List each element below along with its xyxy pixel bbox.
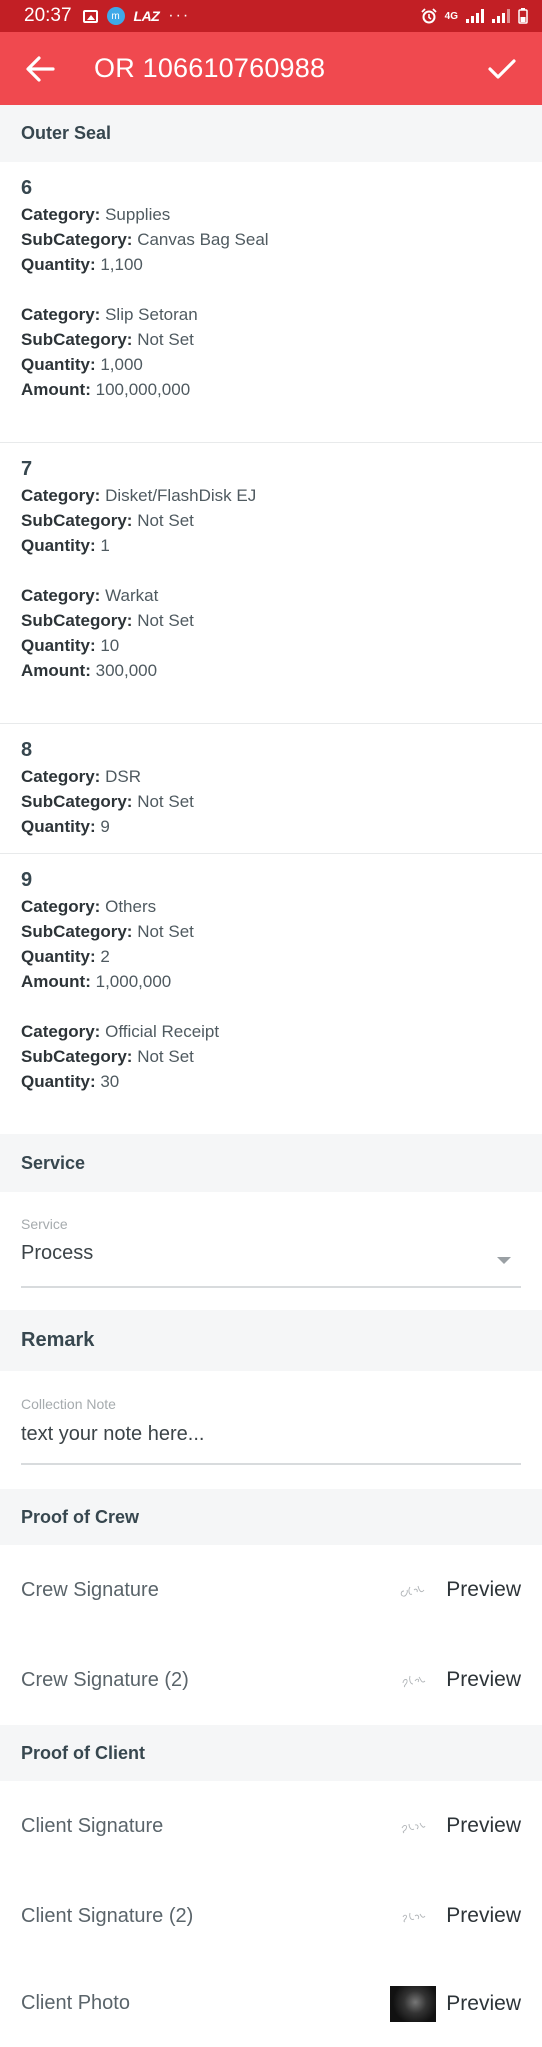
app-bar: OR 106610760988 — [0, 32, 542, 105]
seal-number: 8 — [21, 739, 33, 761]
service-underline — [21, 1286, 521, 1288]
seal-card-6: 6 Category: Supplies SubCategory: Canvas… — [0, 162, 542, 442]
client-signature-2-row[interactable]: Client Signature (2) Preview — [0, 1871, 542, 1961]
network-type-label: 4G — [444, 10, 458, 22]
seal-card-7: 7 Category: Disket/FlashDisk EJ SubCateg… — [0, 443, 542, 723]
remark-title: Remark — [21, 1329, 95, 1351]
crew-signature-2-label: Crew Signature (2) — [21, 1668, 189, 1691]
signal-1-icon — [466, 9, 484, 23]
service-selected-value: Process — [21, 1242, 94, 1264]
page-title: OR 106610760988 — [94, 53, 326, 83]
seal-number: 9 — [21, 869, 33, 891]
outer-seal-header: Outer Seal — [0, 105, 542, 162]
service-select[interactable]: Process — [0, 1232, 542, 1282]
seal-9-item-1-quantity: Quantity: 2 — [21, 947, 110, 966]
client-signature-2-preview-button[interactable]: Preview — [446, 1904, 521, 1928]
seal-9-item-2-subcategory: SubCategory: Not Set — [21, 1047, 194, 1066]
seal-7-item-2-amount: Amount: 300,000 — [21, 661, 158, 680]
signature-thumbnail-icon — [390, 1808, 436, 1844]
outer-seal-title: Outer Seal — [21, 123, 112, 143]
seal-8-item-1-subcategory: SubCategory: Not Set — [21, 792, 194, 811]
proof-of-crew-header: Proof of Crew — [0, 1489, 542, 1545]
proof-of-client-header: Proof of Client — [0, 1725, 542, 1781]
gallery-notification-icon — [82, 9, 98, 23]
seal-9-item-1-category: Category: Others — [21, 897, 157, 916]
service-title: Service — [21, 1152, 86, 1173]
client-signature-row[interactable]: Client Signature Preview — [0, 1781, 542, 1871]
signature-thumbnail-icon — [390, 1572, 436, 1608]
check-icon — [488, 58, 516, 79]
crew-signature-preview-button[interactable]: Preview — [446, 1578, 521, 1602]
seal-card-8: 8 Category: DSR SubCategory: Not Set Qua… — [0, 724, 542, 853]
seal-7-item-1-subcategory: SubCategory: Not Set — [21, 511, 194, 530]
seal-number: 7 — [21, 458, 33, 480]
seal-7-item-2-category: Category: Warkat — [21, 586, 159, 605]
seal-7-item-2-quantity: Quantity: 10 — [21, 636, 120, 655]
proof-of-client-title: Proof of Client — [21, 1742, 145, 1763]
seal-7-item-2-subcategory: SubCategory: Not Set — [21, 611, 194, 630]
crew-signature-2-preview-button[interactable]: Preview — [446, 1668, 521, 1692]
battery-icon — [518, 8, 528, 24]
app-notification-icon: m — [106, 7, 125, 25]
collection-note-placeholder: text your note here... — [21, 1423, 205, 1445]
back-button[interactable] — [22, 51, 58, 87]
seal-6-item-1-category: Category: Supplies — [21, 205, 171, 224]
seal-6-item-2-quantity: Quantity: 1,000 — [21, 355, 143, 374]
crew-signature-label: Crew Signature — [21, 1578, 159, 1601]
service-block: Service Process — [0, 1192, 542, 1310]
arrow-left-icon — [26, 55, 55, 82]
seal-9-item-2-quantity: Quantity: 30 — [21, 1072, 120, 1091]
lazada-notification-icon: LAZ — [133, 8, 160, 24]
seal-9-item-2-category: Category: Official Receipt — [21, 1022, 220, 1041]
seal-8-item-1-quantity: Quantity: 9 — [21, 817, 110, 836]
photo-thumbnail — [390, 1985, 437, 2022]
collection-note-label: Collection Note — [21, 1396, 116, 1412]
status-time: 20:37 — [24, 5, 72, 26]
seal-9-item-1-subcategory: SubCategory: Not Set — [21, 922, 194, 941]
collection-note-input[interactable]: text your note here... — [0, 1415, 542, 1459]
client-photo-preview-button[interactable]: Preview — [446, 1992, 521, 2016]
seal-9-item-1-amount: Amount: 1,000,000 — [21, 972, 172, 991]
service-header: Service — [0, 1134, 542, 1192]
seal-6-item-1-subcategory: SubCategory: Canvas Bag Seal — [21, 230, 269, 249]
seal-card-9: 9 Category: Others SubCategory: Not Set … — [0, 854, 542, 1134]
seal-number: 6 — [21, 177, 33, 199]
client-signature-preview-button[interactable]: Preview — [446, 1814, 521, 1838]
signal-2-icon — [492, 9, 510, 23]
seal-6-item-2-amount: Amount: 100,000,000 — [21, 380, 191, 399]
alarm-icon — [421, 8, 437, 24]
seal-6-item-2-subcategory: SubCategory: Not Set — [21, 330, 194, 349]
client-photo-label: Client Photo — [21, 1992, 130, 2014]
crew-signature-row[interactable]: Crew Signature Preview — [0, 1545, 542, 1635]
seal-6-item-2-category: Category: Slip Setoran — [21, 305, 198, 324]
chevron-down-icon — [497, 1257, 511, 1264]
more-notifications-icon: ··· — [168, 7, 191, 24]
remark-header: Remark — [0, 1310, 542, 1371]
seal-7-item-1-quantity: Quantity: 1 — [21, 536, 110, 555]
confirm-button[interactable] — [484, 51, 520, 87]
client-photo-row[interactable]: Client Photo Preview — [0, 1960, 542, 2047]
service-field-label: Service — [21, 1216, 68, 1232]
seal-8-item-1-category: Category: DSR — [21, 767, 141, 786]
proof-of-crew-title: Proof of Crew — [21, 1506, 140, 1527]
seal-7-item-1-category: Category: Disket/FlashDisk EJ — [21, 486, 257, 505]
collection-note-underline — [21, 1463, 521, 1465]
crew-signature-2-row[interactable]: Crew Signature (2) Preview — [0, 1635, 542, 1725]
client-signature-2-label: Client Signature (2) — [21, 1904, 194, 1927]
signature-thumbnail-icon — [390, 1898, 436, 1934]
status-bar: 20:37 m LAZ ··· 4G — [0, 0, 542, 32]
remark-block: Collection Note text your note here... — [0, 1371, 542, 1489]
seal-6-item-1-quantity: Quantity: 1,100 — [21, 255, 143, 274]
client-signature-label: Client Signature — [21, 1814, 164, 1837]
signature-thumbnail-icon — [390, 1662, 436, 1698]
